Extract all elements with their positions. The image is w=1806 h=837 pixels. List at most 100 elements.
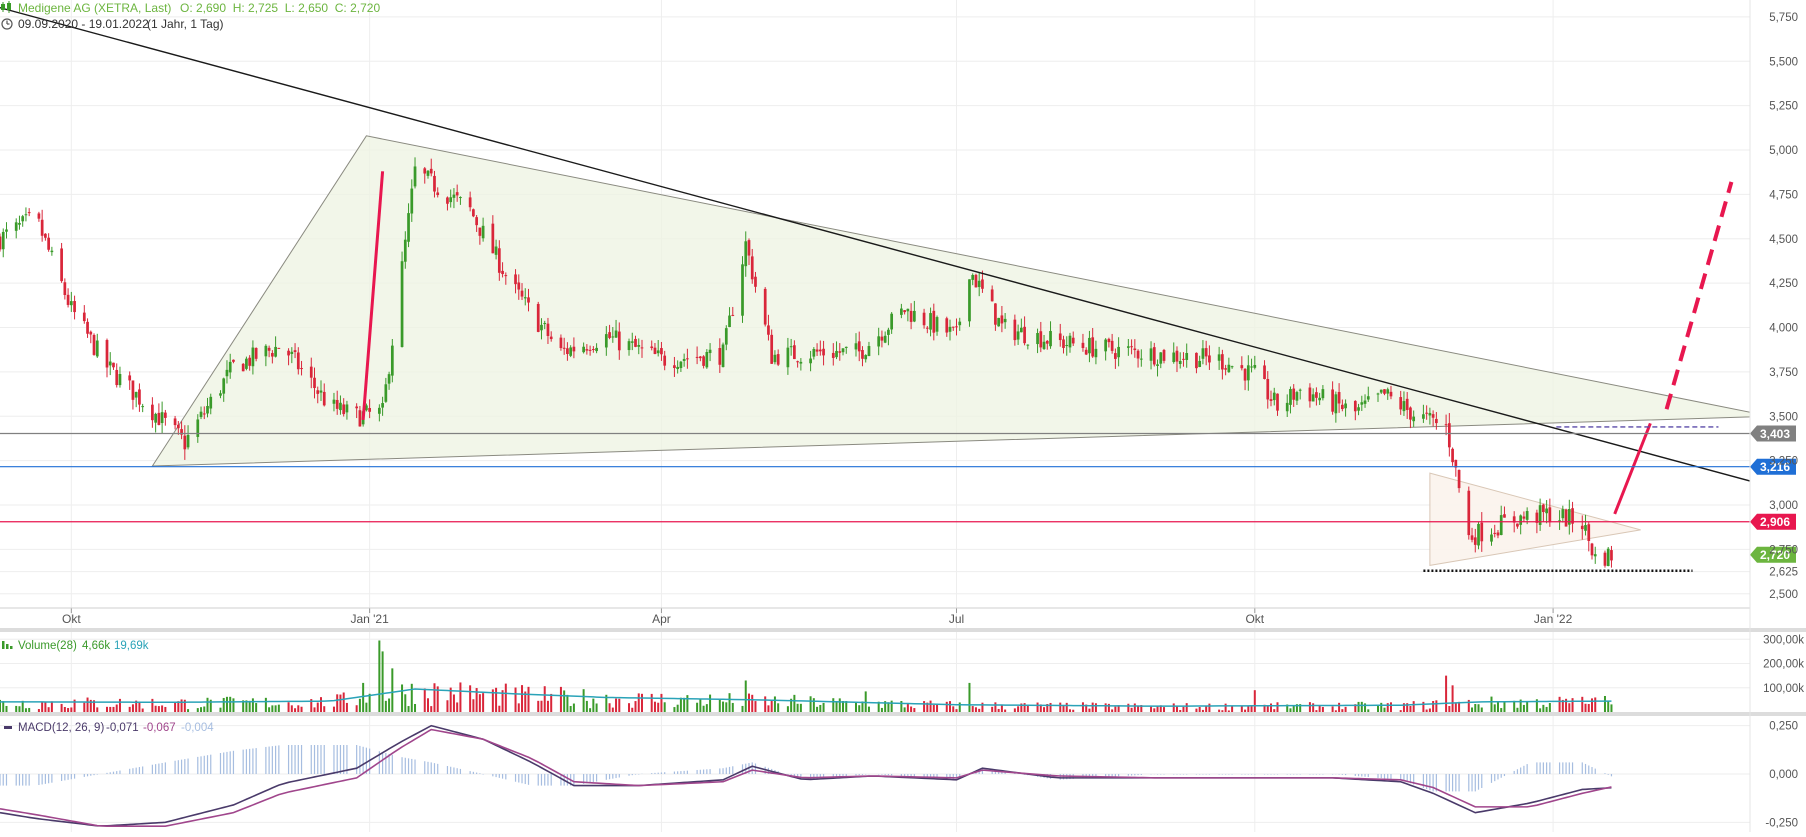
volume-bar[interactable]: [1095, 703, 1097, 712]
volume-bar[interactable]: [764, 696, 766, 712]
volume-bar[interactable]: [793, 695, 795, 712]
candle[interactable]: [1565, 509, 1568, 527]
volume-bar[interactable]: [18, 706, 20, 712]
volume-average-line[interactable]: [0, 689, 1611, 706]
candle[interactable]: [1604, 551, 1607, 568]
volume-bar[interactable]: [540, 701, 542, 712]
volume-bar[interactable]: [1014, 708, 1016, 712]
volume-bar[interactable]: [142, 709, 144, 712]
volume-bar[interactable]: [891, 701, 893, 712]
volume-bar[interactable]: [424, 688, 426, 712]
candle[interactable]: [5, 222, 8, 238]
candle[interactable]: [1607, 547, 1610, 566]
volume-bar[interactable]: [1594, 697, 1596, 712]
volume-bar[interactable]: [1387, 703, 1389, 712]
volume-bar[interactable]: [560, 687, 562, 712]
volume-bar[interactable]: [265, 698, 267, 712]
candle[interactable]: [44, 233, 47, 241]
volume-bar[interactable]: [1289, 708, 1291, 712]
volume-bar[interactable]: [1004, 710, 1006, 712]
volume-bar[interactable]: [61, 704, 63, 712]
volume-bar[interactable]: [1186, 703, 1188, 712]
volume-bar[interactable]: [38, 709, 40, 712]
volume-bar[interactable]: [725, 702, 727, 712]
target-segment[interactable]: [1615, 423, 1651, 514]
candle[interactable]: [73, 296, 76, 320]
volume-bar[interactable]: [1050, 703, 1052, 712]
candle[interactable]: [86, 318, 89, 338]
candle[interactable]: [60, 243, 63, 283]
volume-bar[interactable]: [411, 684, 413, 712]
volume-bar[interactable]: [446, 700, 448, 712]
volume-bar[interactable]: [673, 707, 675, 712]
candle[interactable]: [1451, 447, 1454, 465]
volume-bar[interactable]: [1335, 710, 1337, 712]
volume-bar[interactable]: [505, 684, 507, 712]
volume-bar[interactable]: [255, 703, 257, 712]
period-legend[interactable]: 09.09.2020 - 19.01.2022 (1 Jahr, 1 Tag): [2, 17, 224, 31]
volume-bar[interactable]: [1182, 707, 1184, 712]
volume-bar[interactable]: [459, 682, 461, 712]
volume-bar[interactable]: [219, 708, 221, 712]
volume-bar[interactable]: [1539, 708, 1541, 712]
volume-bar[interactable]: [1069, 709, 1071, 712]
volume-bar[interactable]: [382, 651, 384, 712]
volume-bar[interactable]: [1059, 703, 1061, 712]
volume-bar[interactable]: [586, 701, 588, 712]
volume-bar[interactable]: [207, 698, 209, 712]
volume-bar[interactable]: [343, 693, 345, 712]
volume-bar[interactable]: [138, 702, 140, 712]
volume-bar[interactable]: [388, 699, 390, 712]
volume-bar[interactable]: [1559, 697, 1561, 712]
volume-bar[interactable]: [498, 706, 500, 712]
signal-line[interactable]: [0, 730, 1611, 827]
volume-bar[interactable]: [1494, 704, 1496, 712]
macd-legend[interactable]: MACD(12, 26, 9) -0,071 -0,067 -0,004: [4, 722, 214, 734]
volume-bar[interactable]: [836, 701, 838, 712]
volume-bar[interactable]: [641, 694, 643, 712]
volume-bar[interactable]: [333, 707, 335, 712]
volume-bar[interactable]: [1332, 706, 1334, 712]
candle[interactable]: [15, 218, 18, 238]
volume-bar[interactable]: [1176, 707, 1178, 712]
volume-bar[interactable]: [339, 695, 341, 712]
volume-bar[interactable]: [994, 702, 996, 712]
volume-bar[interactable]: [1082, 702, 1084, 712]
candle[interactable]: [47, 233, 50, 252]
volume-bar[interactable]: [813, 698, 815, 712]
volume-bar[interactable]: [923, 701, 925, 712]
volume-bar[interactable]: [865, 691, 867, 712]
volume-bar[interactable]: [1179, 710, 1181, 712]
volume-bar[interactable]: [1338, 703, 1340, 712]
volume-bar[interactable]: [229, 697, 231, 712]
volume-bar[interactable]: [109, 707, 111, 712]
volume-bar[interactable]: [369, 694, 371, 712]
volume-bar[interactable]: [933, 705, 935, 712]
volume-bar[interactable]: [314, 707, 316, 712]
volume-bar[interactable]: [155, 706, 157, 712]
volume-bar[interactable]: [1163, 707, 1165, 712]
macd-line[interactable]: [0, 726, 1611, 826]
triangle-pattern[interactable]: [152, 136, 1770, 466]
volume-bar[interactable]: [479, 694, 481, 712]
volume-bar[interactable]: [1312, 703, 1314, 712]
volume-bar[interactable]: [615, 699, 617, 712]
volume-bar[interactable]: [732, 703, 734, 712]
volume-bar[interactable]: [612, 708, 614, 712]
candle[interactable]: [93, 333, 96, 355]
volume-bar[interactable]: [1131, 708, 1133, 712]
volume-bar[interactable]: [83, 703, 85, 712]
volume-bar[interactable]: [44, 702, 46, 712]
volume-bar[interactable]: [907, 704, 909, 712]
volume-bar[interactable]: [777, 703, 779, 712]
volume-bar[interactable]: [1244, 710, 1246, 712]
volume-bar[interactable]: [1549, 703, 1551, 712]
volume-bar[interactable]: [1241, 706, 1243, 712]
volume-bar[interactable]: [1208, 704, 1210, 712]
volume-bar[interactable]: [427, 698, 429, 712]
volume-bar[interactable]: [1546, 707, 1548, 712]
candle[interactable]: [151, 397, 154, 428]
volume-bar[interactable]: [1435, 700, 1437, 712]
volume-bar[interactable]: [132, 704, 134, 712]
volume-bar[interactable]: [1345, 707, 1347, 712]
